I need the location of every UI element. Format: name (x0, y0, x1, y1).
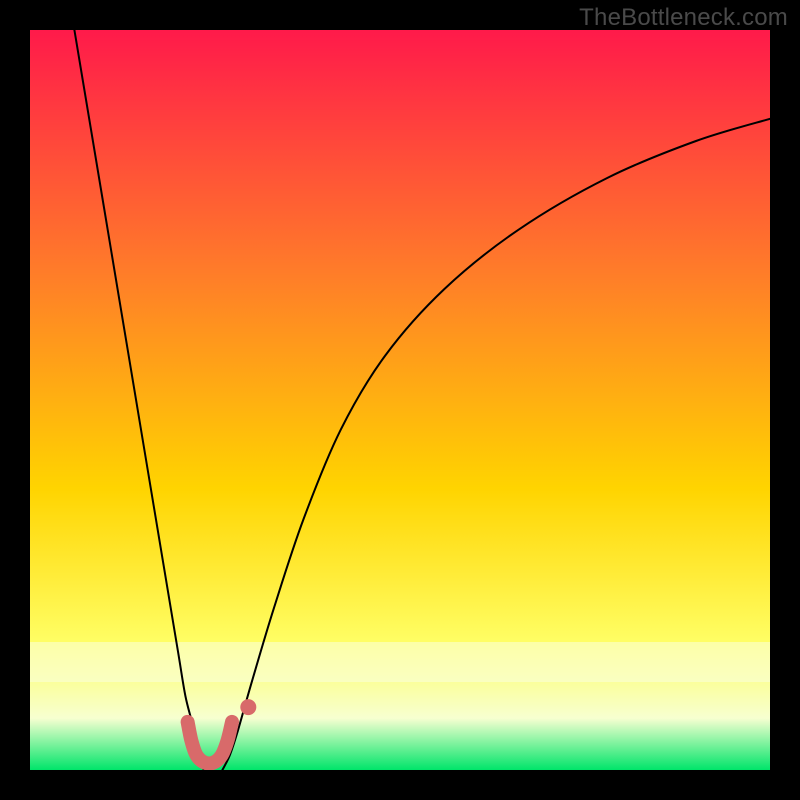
pale-band (30, 642, 770, 682)
watermark-text: TheBottleneck.com (579, 4, 788, 32)
chart-svg (30, 30, 770, 770)
marker-dot (240, 699, 256, 715)
chart-frame: TheBottleneck.com (0, 0, 800, 800)
plot-area (30, 30, 770, 770)
